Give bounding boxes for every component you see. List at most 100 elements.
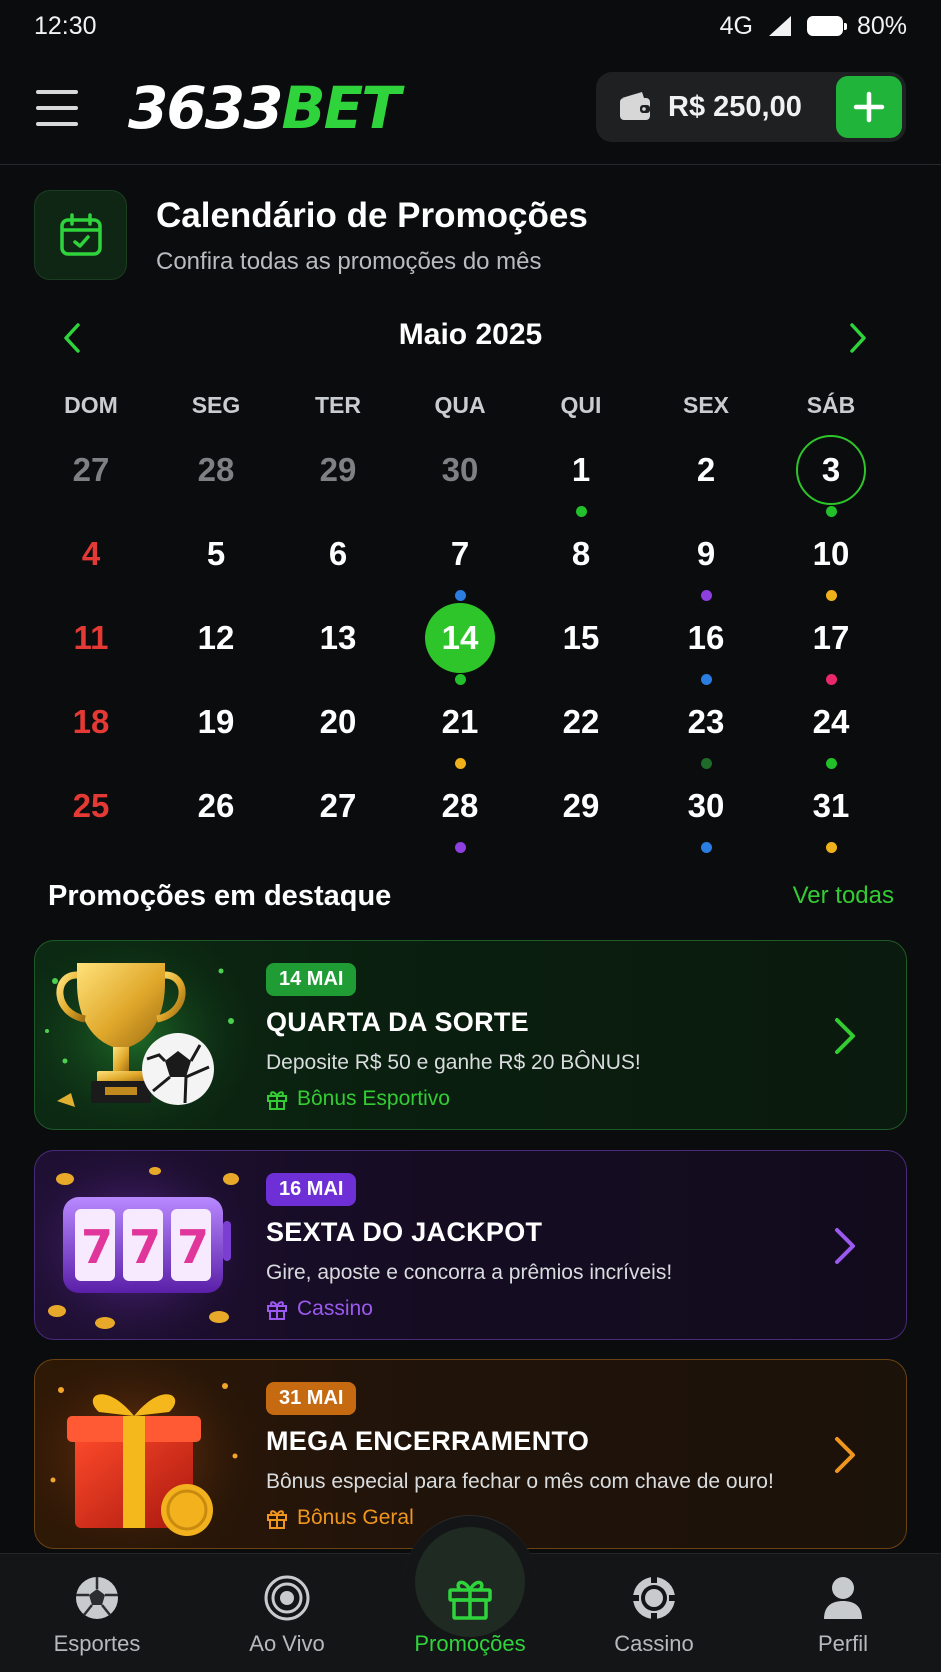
calendar-day[interactable]: 4 [56, 519, 126, 589]
nav-label: Promoções [414, 1631, 526, 1656]
calendar-day[interactable]: 17 [796, 603, 866, 673]
gift-icon [267, 1510, 287, 1529]
promo-indicator-dot [575, 506, 587, 517]
signal-icon [768, 16, 791, 36]
promo-category: Bônus Esportivo [266, 1087, 450, 1111]
calendar-icon [59, 213, 102, 256]
live-broadcast-icon [264, 1575, 310, 1621]
gift-icon [267, 1301, 287, 1320]
calendar-day[interactable]: 28 [181, 435, 251, 505]
promo-date-badge: 16 MAI [266, 1173, 357, 1206]
gift-box-illustration [35, 1360, 255, 1548]
weekday-header: QUA [434, 392, 486, 418]
promo-date-badge: 31 MAI [266, 1382, 357, 1415]
soccer-ball-icon [76, 1577, 118, 1619]
calendar-day[interactable]: 29 [546, 771, 616, 841]
svg-text:7: 7 [129, 1220, 161, 1274]
calendar-day[interactable]: 30 [425, 435, 495, 505]
slot-machine-illustration: 777 [35, 1151, 255, 1339]
promo-indicator-dot [825, 758, 837, 769]
chevron-right-icon [850, 323, 866, 353]
calendar-day[interactable]: 19 [181, 687, 251, 757]
gift-icon [448, 1580, 492, 1620]
battery-level: 80% [856, 11, 907, 40]
plus-icon [853, 91, 885, 123]
calendar-day[interactable]: 18 [56, 687, 126, 757]
weekday-header: QUI [560, 392, 602, 418]
calendar-day[interactable]: 16 [671, 603, 741, 673]
promo-category-label: Cassino [297, 1297, 373, 1320]
weekday-header: SÁB [806, 392, 856, 418]
calendar-day[interactable]: 31 [796, 771, 866, 841]
logo-number: 3633 [128, 74, 283, 142]
user-icon [824, 1577, 862, 1619]
see-all-link[interactable]: Ver todas [793, 882, 894, 910]
status-time: 12:30 [34, 11, 97, 40]
calendar-day[interactable]: 7 [425, 519, 495, 589]
calendar-day[interactable]: 6 [303, 519, 373, 589]
hamburger-menu-icon[interactable] [36, 90, 78, 126]
promo-category-label: Bônus Esportivo [297, 1087, 450, 1110]
promo-title: SEXTA DO JACKPOT [266, 1217, 543, 1247]
calendar-day[interactable]: 27 [56, 435, 126, 505]
brand-logo[interactable]: 3633BET [128, 74, 401, 142]
nav-item-esportes[interactable]: Esportes [17, 1553, 177, 1672]
calendar-day[interactable]: 25 [56, 771, 126, 841]
promo-title: MEGA ENCERRAMENTO [266, 1426, 590, 1456]
wallet-icon [620, 92, 650, 120]
calendar-day[interactable]: 13 [303, 603, 373, 673]
calendar-day-selected[interactable]: 3 [796, 435, 866, 505]
featured-section-title: Promoções em destaque [48, 880, 392, 912]
calendar-day[interactable]: 8 [546, 519, 616, 589]
weekday-header: DOM [64, 392, 118, 418]
calendar-day[interactable]: 10 [796, 519, 866, 589]
logo-brand: BET [281, 74, 400, 142]
promo-date-badge: 14 MAI [266, 963, 357, 996]
calendar-day[interactable]: 5 [181, 519, 251, 589]
promo-description: Gire, aposte e concorra a prêmios incrív… [266, 1261, 673, 1284]
calendar-day[interactable]: 9 [671, 519, 741, 589]
page-subtitle: Confira todas as promoções do mês [156, 248, 542, 275]
wallet-balance-box[interactable]: R$ 250,00 [596, 72, 906, 142]
calendar-day[interactable]: 11 [56, 603, 126, 673]
nav-item-cassino[interactable]: Cassino [574, 1553, 734, 1672]
calendar-day[interactable]: 21 [425, 687, 495, 757]
nav-item-ao-vivo[interactable]: Ao Vivo [207, 1553, 367, 1672]
calendar-day[interactable]: 1 [546, 435, 616, 505]
calendar-day[interactable]: 12 [181, 603, 251, 673]
promo-card[interactable]: 14 MAI QUARTA DA SORTE Deposite R$ 50 e … [34, 940, 907, 1130]
calendar-day[interactable]: 22 [546, 687, 616, 757]
promo-indicator-dot [454, 590, 466, 601]
calendar-day[interactable]: 26 [181, 771, 251, 841]
network-label: 4G [719, 11, 753, 40]
nav-item-perfil[interactable]: Perfil [763, 1553, 923, 1672]
calendar-day[interactable]: 23 [671, 687, 741, 757]
nav-label: Ao Vivo [249, 1631, 325, 1656]
calendar-day[interactable]: 2 [671, 435, 741, 505]
gift-icon [267, 1091, 287, 1110]
battery-icon [806, 16, 847, 36]
promo-category: Cassino [266, 1297, 373, 1321]
promo-card[interactable]: 777 16 MAI SEXTA DO JACKPOT Gire, aposte… [34, 1150, 907, 1340]
nav-label: Perfil [817, 1631, 869, 1656]
calendar-day[interactable]: 29 [303, 435, 373, 505]
calendar-day[interactable]: 20 [303, 687, 373, 757]
calendar-day[interactable]: 28 [425, 771, 495, 841]
calendar-day[interactable]: 15 [546, 603, 616, 673]
trophy-soccer-illustration [35, 941, 255, 1129]
promo-indicator-dot [825, 506, 837, 517]
weekday-header: SEG [191, 392, 241, 418]
calendar-day[interactable]: 27 [303, 771, 373, 841]
chevron-right-icon [835, 1018, 855, 1054]
next-month-button[interactable] [840, 318, 876, 358]
promo-indicator-dot [700, 590, 712, 601]
nav-item-promocoes[interactable]: Promoções [390, 1553, 550, 1672]
calendar-day-today[interactable]: 14 [425, 603, 495, 673]
balance-amount: R$ 250,00 [668, 91, 802, 123]
calendar-day[interactable]: 24 [796, 687, 866, 757]
status-bar: 12:30 4G 80% [0, 0, 941, 52]
promo-indicator-dot [825, 590, 837, 601]
calendar-day[interactable]: 30 [671, 771, 741, 841]
deposit-button[interactable] [836, 76, 902, 138]
calendar-month-label: Maio 2025 [398, 318, 543, 351]
